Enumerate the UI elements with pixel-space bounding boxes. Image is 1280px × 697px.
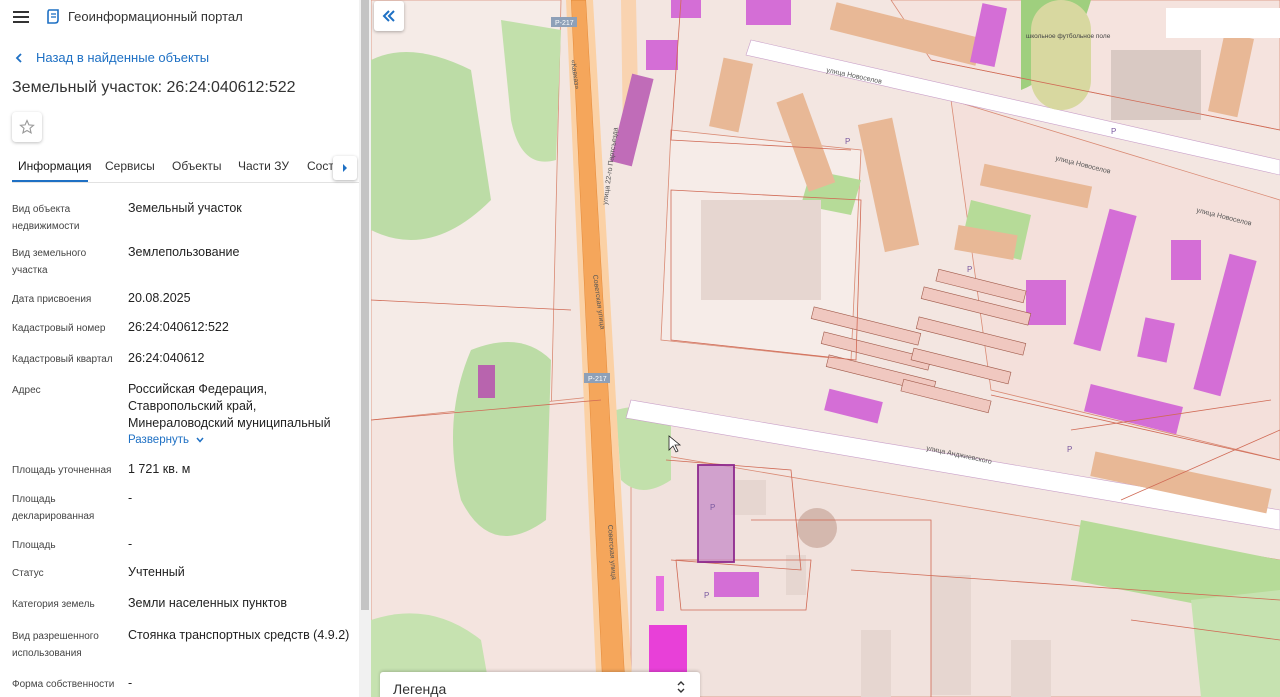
field-value-permitted-use: Стоянка транспортных средств (4.9.2) — [128, 628, 350, 642]
hamburger-icon[interactable] — [13, 11, 29, 23]
field-label-area-refined: Площадь уточненная — [12, 465, 112, 476]
building-footprint — [731, 480, 766, 515]
building-magenta — [649, 625, 687, 675]
tabs-scroll-right-button[interactable] — [333, 156, 357, 180]
star-icon — [19, 119, 35, 135]
double-chevron-left-icon — [382, 10, 395, 22]
field-value-address: Российская Федерация, Ставропольский кра… — [128, 382, 331, 430]
field-value-parcel-type: Землепользование — [128, 245, 240, 259]
chevron-left-icon — [15, 52, 22, 63]
building-magenta — [656, 576, 664, 611]
sort-arrows-icon — [677, 681, 685, 693]
field-value-land-category: Земли населенных пунктов — [128, 596, 287, 610]
portal-logo-icon — [47, 9, 59, 24]
tab-bar: Информация Сервисы Объекты Части ЗУ Сост… — [12, 153, 359, 183]
parking-label: P — [704, 591, 709, 600]
field-value-object-type: Земельный участок — [128, 201, 242, 215]
football-label: школьное футбольное поле — [1026, 32, 1111, 40]
field-label-object-type: Вид объекта недвижимости — [12, 204, 80, 232]
building-magenta — [646, 40, 678, 70]
parking-label: P — [1111, 127, 1116, 136]
page-title: Земельный участок: 26:24:040612:522 — [12, 79, 296, 96]
tab-information[interactable]: Информация — [18, 159, 91, 173]
legend-panel[interactable]: Легенда — [380, 672, 700, 697]
panel-scrollbar-thumb[interactable] — [361, 0, 369, 610]
field-value-area-declared: - — [128, 491, 133, 505]
app-title: Геоинформационный портал — [68, 9, 243, 24]
field-value-area-refined: 1 721 кв. м — [128, 462, 191, 476]
favorite-button[interactable] — [12, 112, 42, 142]
field-label-ownership: Форма собственности — [12, 679, 115, 690]
field-value-cadastral-number: 26:24:040612:522 — [128, 320, 229, 334]
info-panel: Геоинформационный портал Назад в найденн… — [0, 0, 371, 697]
field-label-date: Дата присвоения — [12, 294, 92, 305]
building-magenta — [478, 365, 495, 398]
building-footprint — [701, 200, 821, 300]
parking-label: P — [1067, 445, 1072, 454]
road-label-top: Р-217 — [555, 20, 574, 27]
road-label-mid: Р-217 — [588, 376, 607, 383]
field-label-parcel-type: Вид земельного участка — [12, 248, 87, 276]
tab-services[interactable]: Сервисы — [105, 159, 155, 173]
field-label-cadastral-quarter: Кадастровый квартал — [12, 354, 113, 365]
round-structure — [797, 508, 837, 548]
parking-label: P — [845, 137, 850, 146]
legend-label: Легенда — [393, 681, 447, 697]
field-label-cadastral-number: Кадастровый номер — [12, 323, 106, 334]
map-canvas[interactable]: Р-217 Р-217 улица 22-го Партсъезда «Кавк… — [371, 0, 1280, 697]
chevron-right-icon — [343, 164, 347, 172]
chevron-down-icon — [196, 437, 204, 443]
selected-parcel — [697, 464, 735, 563]
address-expand-link[interactable]: Развернуть — [128, 434, 205, 446]
top-bar: Геоинформационный портал — [0, 0, 359, 34]
field-value-cadastral-quarter: 26:24:040612 — [128, 351, 205, 365]
building-footprint — [1011, 640, 1051, 697]
green-area — [453, 342, 551, 536]
field-label-status: Статус — [12, 568, 44, 579]
field-label-land-category: Категория земель — [12, 599, 95, 610]
active-tab-indicator — [12, 180, 88, 182]
building-footprint — [931, 575, 971, 695]
panel-scrollbar[interactable] — [359, 0, 371, 697]
building-footprint — [1111, 50, 1201, 120]
field-label-area-declared: Площадь декларированная — [12, 494, 95, 522]
tab-objects[interactable]: Объекты — [172, 159, 222, 173]
tab-parts[interactable]: Части ЗУ — [238, 159, 289, 173]
back-to-results-link[interactable]: Назад в найденные объекты — [12, 50, 209, 65]
building-magenta — [671, 0, 701, 18]
field-label-permitted-use: Вид разрешенного использования — [12, 631, 99, 659]
building-magenta — [1171, 240, 1201, 280]
field-value-area: - — [128, 537, 133, 551]
map-search-box[interactable] — [1166, 8, 1280, 38]
building-magenta — [746, 0, 791, 25]
green-area — [1191, 590, 1280, 697]
field-label-area: Площадь — [12, 540, 56, 551]
building — [1031, 0, 1091, 110]
expand-label: Развернуть — [128, 434, 189, 446]
back-link-label: Назад в найденные объекты — [36, 50, 210, 65]
building-footprint — [786, 555, 806, 595]
parking-label: P — [967, 265, 972, 274]
field-value-date: 20.08.2025 — [128, 291, 191, 305]
map-view[interactable]: Р-217 Р-217 улица 22-го Партсъезда «Кавк… — [371, 0, 1280, 697]
field-value-ownership: - — [128, 676, 133, 690]
parking-label: P — [710, 503, 715, 512]
building-magenta — [1026, 280, 1066, 325]
field-value-status: Учтенный — [128, 565, 185, 579]
collapse-panel-button[interactable] — [374, 1, 404, 31]
building-magenta — [714, 572, 759, 597]
building-footprint — [861, 630, 891, 697]
field-label-address: Адрес — [12, 385, 41, 396]
